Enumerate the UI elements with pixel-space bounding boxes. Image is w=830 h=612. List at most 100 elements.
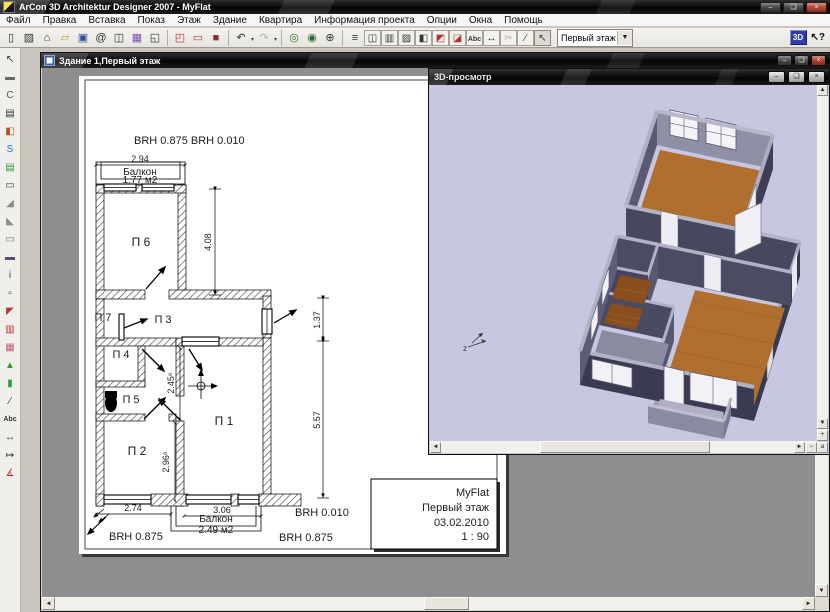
- viewer-titlebar[interactable]: 3D-просмотр – ❏ ×: [429, 69, 829, 85]
- menu-insert[interactable]: Вставка: [82, 14, 131, 27]
- open-folder-icon[interactable]: ▱: [56, 29, 74, 46]
- origin-crosshair-icon[interactable]: ⊕: [321, 29, 339, 46]
- scroll-right-icon[interactable]: ►: [802, 597, 815, 610]
- dimension-tool-icon[interactable]: ↔: [2, 429, 19, 446]
- landscape-tool-icon[interactable]: ▲: [2, 357, 19, 374]
- select-arrow-icon[interactable]: ↖: [2, 51, 19, 68]
- measure-tool-icon[interactable]: ∡: [2, 465, 19, 482]
- maximize-button[interactable]: ❏: [783, 2, 804, 13]
- menu-floor[interactable]: Этаж: [171, 14, 207, 27]
- spiral-stair-tool-icon[interactable]: S: [2, 141, 19, 158]
- viewer-zoom-out-button[interactable]: −: [806, 442, 817, 453]
- viewer-hscroll-thumb[interactable]: [540, 441, 710, 453]
- room-polygon-icon[interactable]: ▭: [189, 29, 207, 46]
- fence-tool-icon[interactable]: ▮: [2, 375, 19, 392]
- object-tool-icon[interactable]: ▫: [2, 285, 19, 302]
- roof-display-icon[interactable]: ◩: [432, 30, 449, 46]
- viewer-scroll-left-icon[interactable]: ◄: [430, 442, 441, 453]
- text-labels-icon[interactable]: Abc: [466, 30, 483, 46]
- viewer-close-button[interactable]: ×: [808, 71, 825, 83]
- context-help-icon[interactable]: ↖?: [811, 32, 826, 43]
- print-icon[interactable]: ◫: [110, 29, 128, 46]
- close-button[interactable]: ×: [806, 2, 827, 13]
- menu-file[interactable]: Файл: [0, 14, 37, 27]
- menu-edit[interactable]: Правка: [37, 14, 83, 27]
- viewer-scroll-right-icon[interactable]: ►: [794, 442, 805, 453]
- wall-display-icon[interactable]: ◫: [364, 30, 381, 46]
- text-tool-icon[interactable]: Abc: [2, 411, 19, 428]
- room-tool-icon[interactable]: ▭: [2, 177, 19, 194]
- minimize-button[interactable]: –: [760, 2, 781, 13]
- export-image-icon[interactable]: ▦: [128, 29, 146, 46]
- new-project-icon[interactable]: ▯: [2, 29, 20, 46]
- stair-tool-icon[interactable]: ▤: [2, 159, 19, 176]
- select-elements-icon[interactable]: ↖: [534, 30, 551, 46]
- hatch-display-icon[interactable]: ▨: [398, 30, 415, 46]
- window-display-icon[interactable]: ◧: [415, 30, 432, 46]
- redo-icon[interactable]: ↷▾: [255, 29, 273, 46]
- app-titlebar[interactable]: ArCon 3D Architektur Designer 2007 - MyF…: [0, 0, 830, 14]
- doc-horizontal-scrollbar[interactable]: ◄ ►: [42, 597, 815, 610]
- dimension-chain-tool-icon[interactable]: ↦: [2, 447, 19, 464]
- menu-view[interactable]: Показ: [132, 14, 171, 27]
- cut-tool-icon[interactable]: ✂: [500, 30, 517, 46]
- dormer-tool-icon[interactable]: ◣: [2, 213, 19, 230]
- doc-minimize-button[interactable]: –: [777, 55, 792, 66]
- roof-tool-icon[interactable]: ◢: [2, 195, 19, 212]
- viewer-horizontal-scrollbar[interactable]: ◄ ► −: [430, 441, 817, 453]
- menu-apartment[interactable]: Квартира: [253, 14, 308, 27]
- menu-options[interactable]: Опции: [421, 14, 463, 27]
- layer-list-icon[interactable]: ≡: [346, 29, 364, 46]
- viewer-minimize-button[interactable]: –: [768, 71, 785, 83]
- arrange-windows-icon[interactable]: ◱: [146, 29, 164, 46]
- floorplan-mode-icon[interactable]: ◰: [171, 29, 189, 46]
- document-icon: [44, 55, 55, 66]
- viewer-maximize-button[interactable]: ❏: [788, 71, 805, 83]
- chevron-down-icon[interactable]: ▾: [251, 32, 254, 48]
- send-email-icon[interactable]: @: [92, 29, 110, 46]
- cabinet-tool-icon[interactable]: ▥: [2, 321, 19, 338]
- save-icon[interactable]: ▣: [74, 29, 92, 46]
- menu-building[interactable]: Здание: [207, 14, 253, 27]
- texture-display-icon[interactable]: ◪: [449, 30, 466, 46]
- chevron-down-icon[interactable]: ▾: [274, 32, 277, 48]
- undo-icon[interactable]: ↶▾: [232, 29, 250, 46]
- building-select-icon[interactable]: ⌂: [38, 29, 56, 46]
- line-tool-icon[interactable]: ∕: [2, 393, 19, 410]
- doc-hscroll-thumb[interactable]: [424, 597, 469, 610]
- zoom-view-icon[interactable]: ◎: [285, 29, 303, 46]
- scroll-left-icon[interactable]: ◄: [42, 597, 55, 610]
- viewer-vertical-scrollbar[interactable]: ▲ ▼ +: [817, 85, 828, 441]
- ruler-display-icon[interactable]: ▥: [381, 30, 398, 46]
- chevron-down-icon[interactable]: ▼: [617, 31, 632, 45]
- doc-maximize-button[interactable]: ❏: [794, 55, 809, 66]
- object-catalog-icon[interactable]: ■: [207, 29, 225, 46]
- window-tool-icon[interactable]: ▤: [2, 105, 19, 122]
- curved-wall-tool-icon[interactable]: C: [2, 87, 19, 104]
- doc-close-button[interactable]: ×: [811, 55, 826, 66]
- dimension-display-icon[interactable]: ↔: [483, 30, 500, 46]
- bed-tool-icon[interactable]: ▭: [2, 231, 19, 248]
- viewer-scroll-up-icon[interactable]: ▲: [817, 85, 828, 96]
- menu-project-info[interactable]: Информация проекта: [308, 14, 421, 27]
- zoom-section-icon[interactable]: ◉: [303, 29, 321, 46]
- container-tool-icon[interactable]: ▦: [2, 339, 19, 356]
- document-titlebar[interactable]: Здание 1,Первый этаж – ❏ ×: [41, 53, 829, 68]
- floor-dropdown[interactable]: Первый этаж ▼: [557, 29, 633, 47]
- move-origin-icon: [188, 369, 218, 399]
- viewer-corner-button[interactable]: a: [817, 442, 828, 453]
- open-plan-icon[interactable]: ▨: [20, 29, 38, 46]
- door-tool-icon[interactable]: ◧: [2, 123, 19, 140]
- menu-windows[interactable]: Окна: [463, 14, 498, 27]
- viewer-3d-canvas[interactable]: z: [430, 85, 817, 441]
- module-tool-icon[interactable]: ◤: [2, 303, 19, 320]
- column-tool-icon[interactable]: i: [2, 267, 19, 284]
- scroll-down-icon[interactable]: ▼: [815, 584, 828, 597]
- menu-help[interactable]: Помощь: [498, 14, 549, 27]
- view-3d-button[interactable]: 3D: [790, 30, 807, 45]
- guides-tool-icon[interactable]: ∕: [517, 30, 534, 46]
- viewer-scroll-down-icon[interactable]: ▼: [817, 418, 828, 429]
- viewer-zoom-in-button[interactable]: +: [817, 430, 828, 441]
- wall-tool-icon[interactable]: ▬: [2, 69, 19, 86]
- sofa-tool-icon[interactable]: ▬: [2, 249, 19, 266]
